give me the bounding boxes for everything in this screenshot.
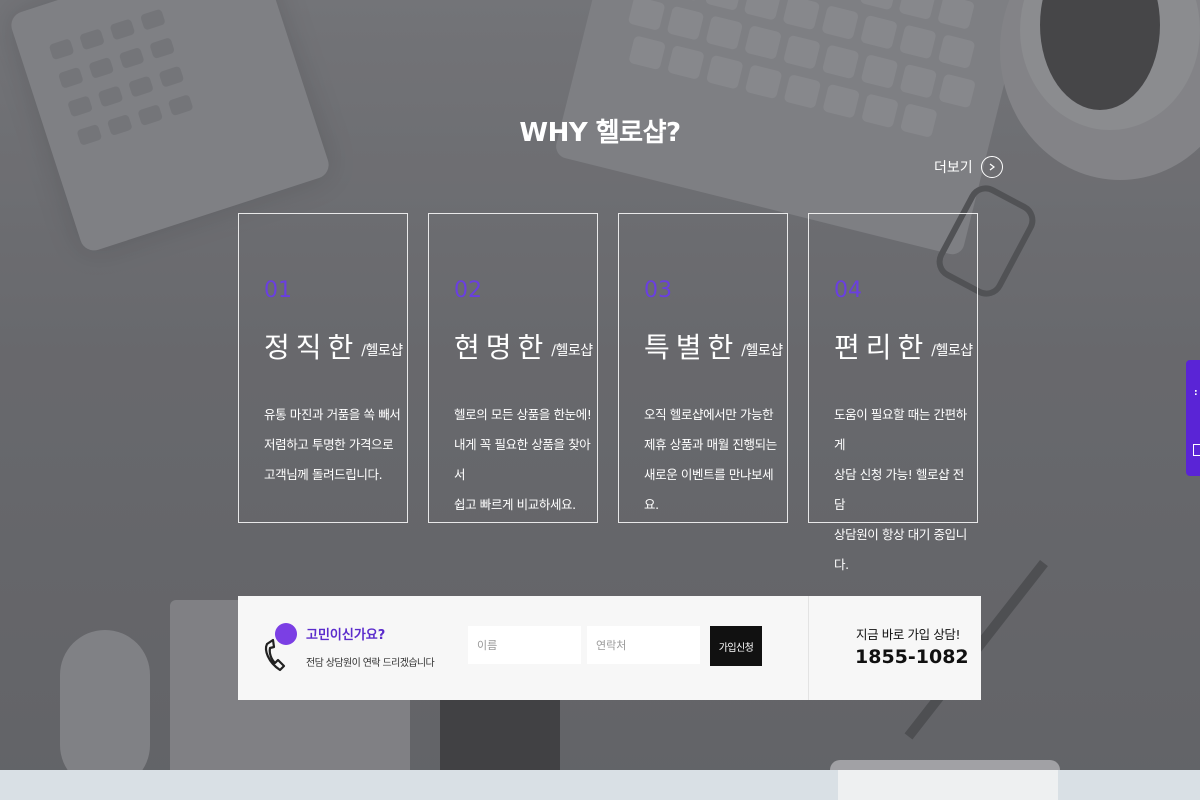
consult-title: 고민이신가요? — [306, 628, 386, 643]
call-number: 1855-1082 — [855, 646, 969, 668]
feature-card-4: 04 편리한 /헬로샵 도움이 필요할 때는 간편하게 상담 신청 가능! 헬로… — [808, 213, 978, 572]
feature-card-1: 01 정직한 /헬로샵 유통 마진과 거품을 쏙 빼서 저렴하고 투명한 가격으… — [238, 213, 408, 523]
card-number: 03 — [644, 278, 672, 303]
card-number: 04 — [834, 278, 862, 303]
signup-button[interactable]: 가입신청 — [710, 626, 762, 666]
next-section-band — [0, 770, 1200, 800]
section-title: WHY 헬로샵? — [519, 118, 681, 148]
mug-graphic — [838, 770, 1058, 800]
card-number: 02 — [454, 278, 482, 303]
feature-card-3: 03 특별한 /헬로샵 오직 헬로샵에서만 가능한 제휴 상품과 매월 진행되는… — [618, 213, 788, 523]
card-description: 유통 마진과 거품을 쏙 빼서 저렴하고 투명한 가격으로 고객님께 돌려드립니… — [264, 407, 401, 482]
call-label: 지금 바로 가입 상담! — [856, 627, 961, 642]
card-heading: 정직한 /헬로샵 — [264, 326, 403, 366]
card-heading: 편리한 /헬로샵 — [834, 326, 973, 366]
card-heading: 현명한 /헬로샵 — [454, 326, 593, 366]
card-heading: 특별한 /헬로샵 — [644, 326, 783, 366]
consult-divider — [808, 596, 809, 700]
card-headline: 편리한 — [834, 331, 930, 364]
consult-form-bar: 고민이신가요? 전담 상담원이 연락 드리겠습니다 가입신청 지금 바로 가입 … — [238, 596, 981, 700]
phone-chat-icon — [264, 623, 297, 672]
name-input[interactable] — [468, 626, 581, 664]
contact-input[interactable] — [587, 626, 700, 664]
feature-cards: 01 정직한 /헬로샵 유통 마진과 거품을 쏙 빼서 저렴하고 투명한 가격으… — [238, 213, 981, 572]
side-tab-icon — [1193, 444, 1200, 456]
side-tab-mark: : — [1194, 388, 1198, 398]
more-link[interactable]: 더보기 — [934, 156, 1003, 178]
card-brand: /헬로샵 — [361, 343, 403, 359]
card-headline: 현명한 — [454, 331, 550, 364]
card-brand: /헬로샵 — [551, 343, 593, 359]
card-brand: /헬로샵 — [741, 343, 783, 359]
card-description: 도움이 필요할 때는 간편하게 상담 신청 가능! 헬로샵 전담 상담원이 항상… — [834, 407, 967, 572]
feature-card-2: 02 현명한 /헬로샵 헬로의 모든 상품을 한눈에! 내게 꼭 필요한 상품을… — [428, 213, 598, 523]
card-headline: 정직한 — [264, 331, 360, 364]
card-brand: /헬로샵 — [931, 343, 973, 359]
more-link-label: 더보기 — [934, 160, 973, 176]
card-description: 헬로의 모든 상품을 한눈에! 내게 꼭 필요한 상품을 찾아서 쉽고 빠르게 … — [454, 407, 592, 512]
chevron-right-circle-icon — [980, 156, 1003, 178]
side-floating-tab[interactable]: : — [1186, 360, 1200, 476]
card-number: 01 — [264, 278, 292, 303]
consult-subtitle: 전담 상담원이 연락 드리겠습니다 — [306, 658, 435, 669]
card-headline: 특별한 — [644, 331, 740, 364]
card-description: 오직 헬로샵에서만 가능한 제휴 상품과 매월 진행되는 새로운 이벤트를 만나… — [644, 407, 777, 512]
